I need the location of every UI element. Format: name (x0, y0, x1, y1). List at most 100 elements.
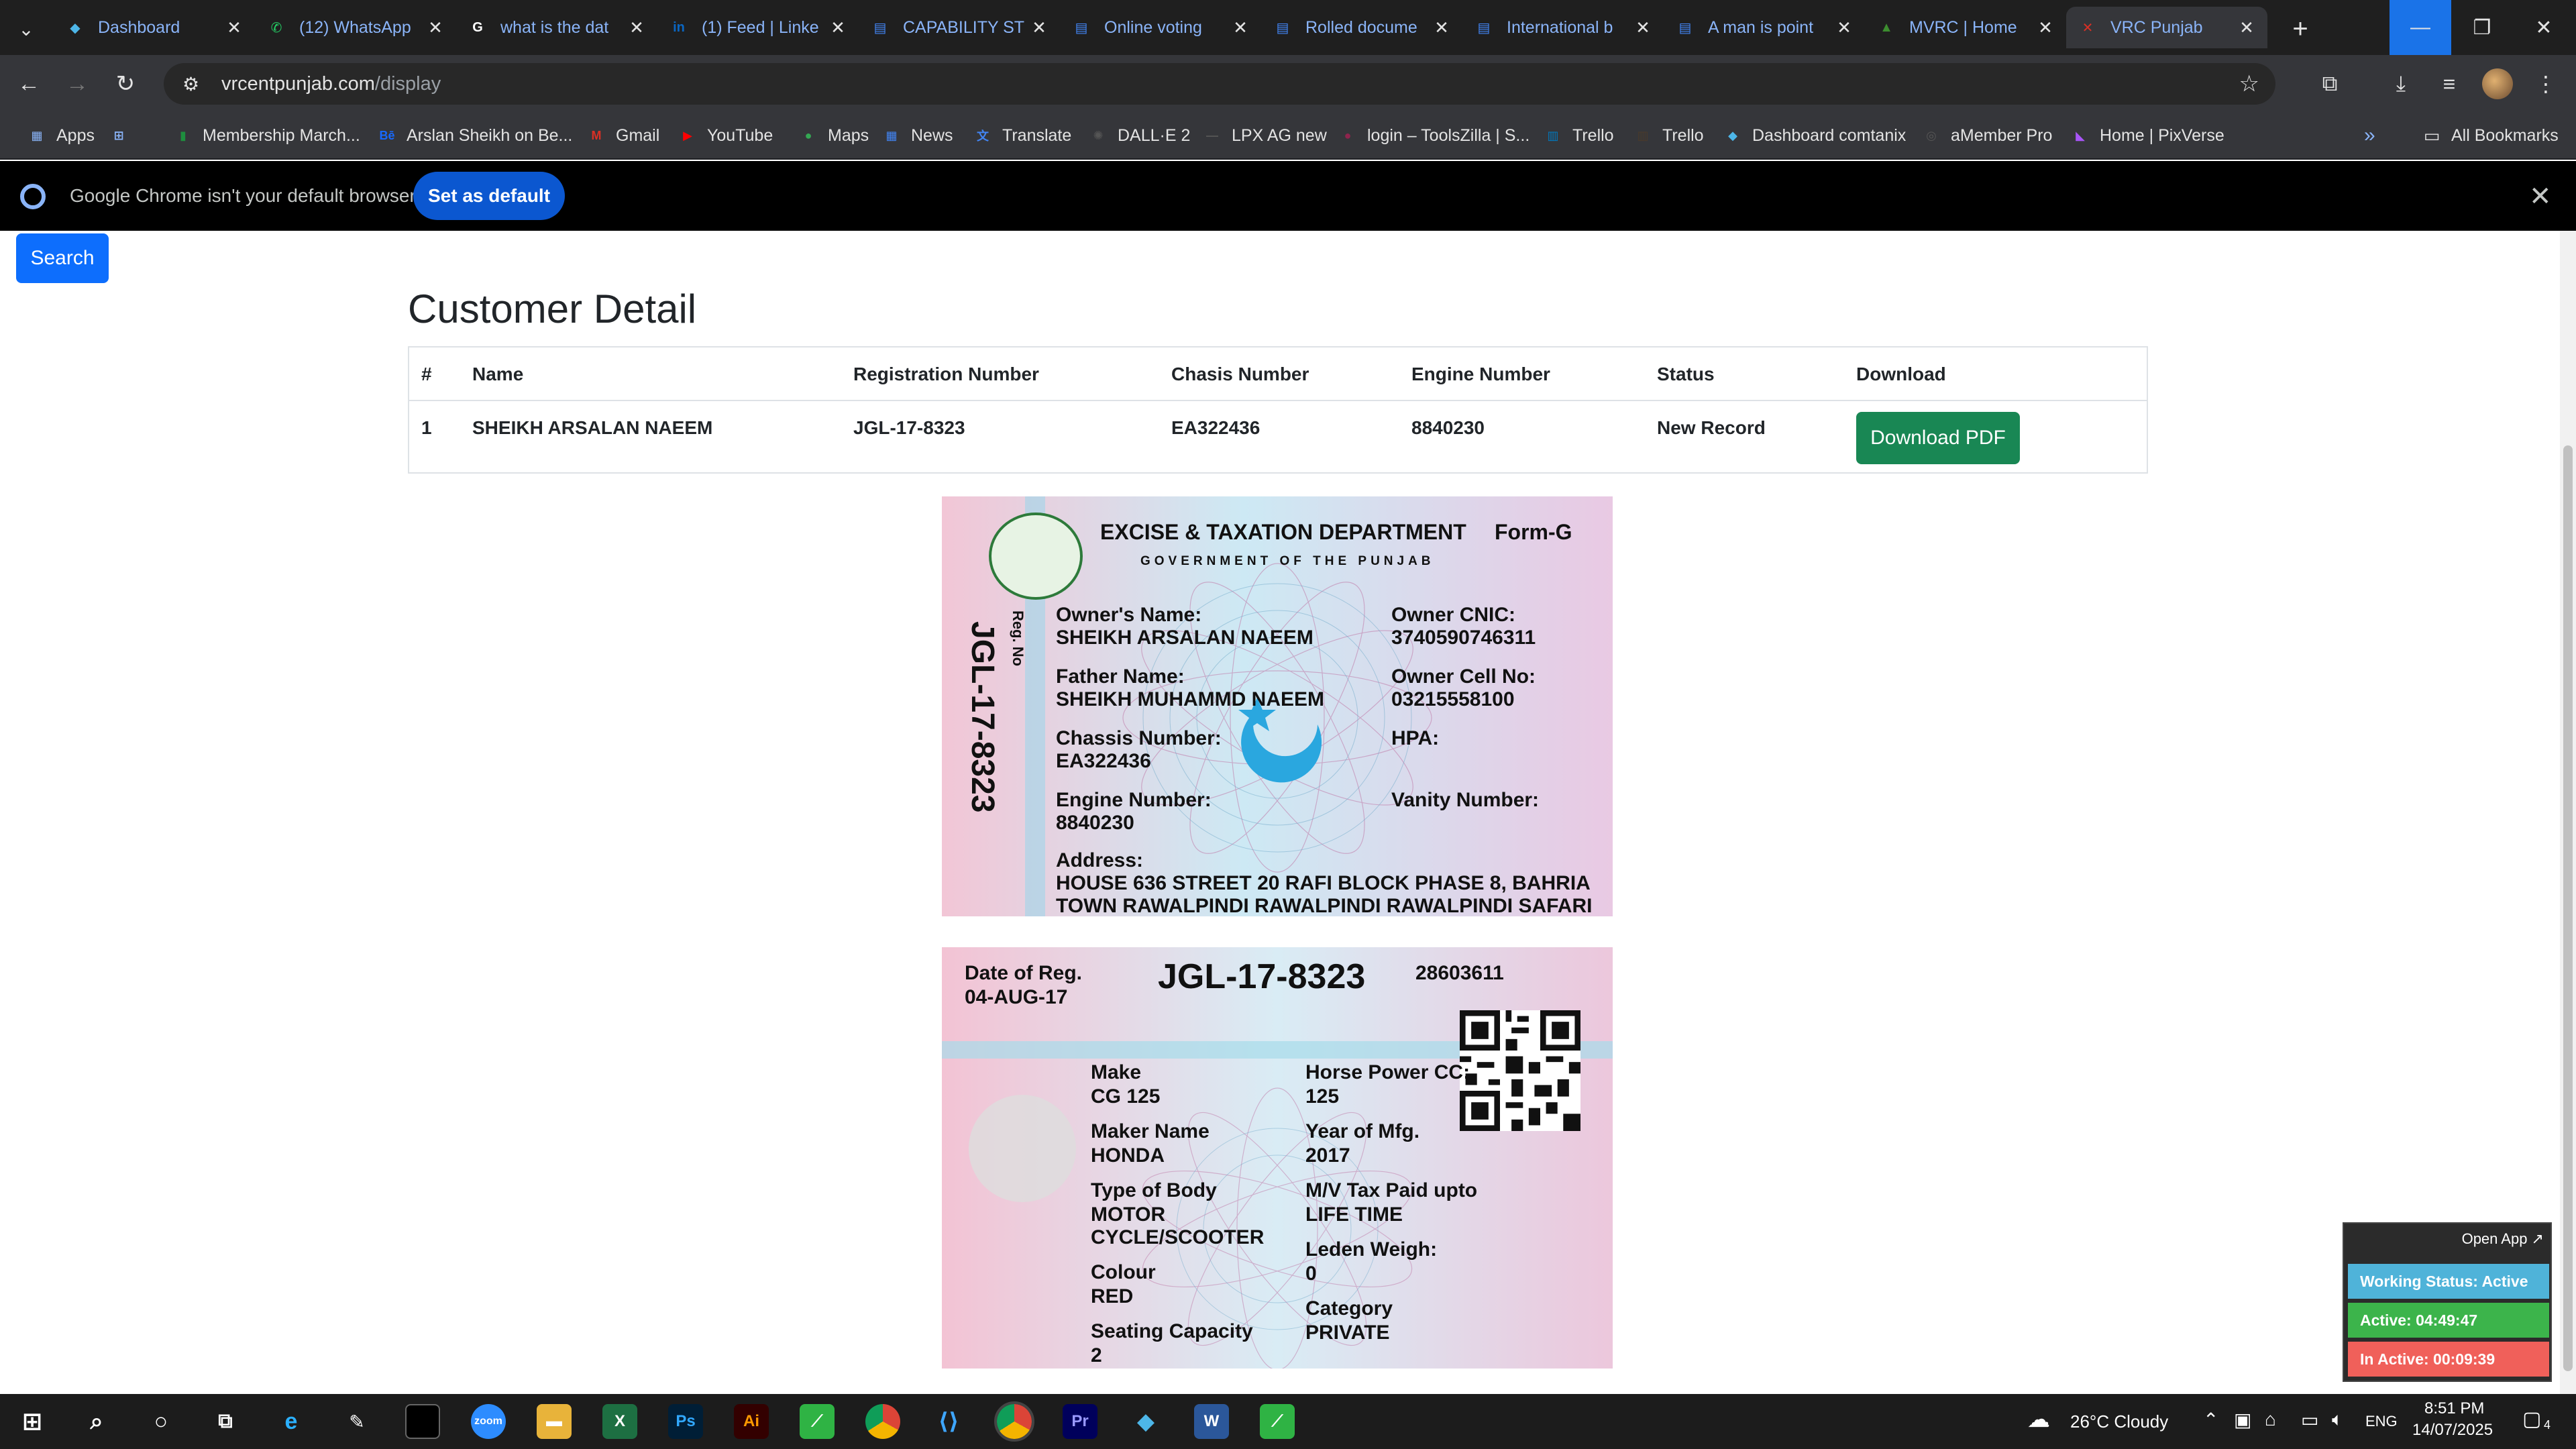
display-icon[interactable]: ▭ (2301, 1409, 2318, 1431)
browser-tab[interactable]: ✆ (12) WhatsApp ✕ (255, 7, 456, 48)
bookmarks-overflow-icon[interactable]: » (2364, 122, 2375, 149)
browser-tab[interactable]: Gwhat is the dat ✕ (456, 7, 657, 48)
vscode-icon[interactable]: ⟨⟩ (931, 1404, 966, 1439)
search-icon[interactable]: ⌕ (79, 1404, 114, 1439)
browser-tab[interactable]: ▤ CAPABILITY ST ✕ (859, 7, 1060, 48)
weather-cloud-icon[interactable]: ☁ (2027, 1406, 2050, 1433)
bookmark-item[interactable]: M Gmail (586, 122, 660, 149)
photoshop-icon[interactable]: Ps (668, 1404, 703, 1439)
bookmark-item[interactable]: ▮ Membership March... (173, 122, 360, 149)
close-infobar-icon[interactable]: ✕ (2529, 181, 2552, 212)
bookmark-label: News (911, 125, 953, 145)
site-info-icon[interactable]: ⚙ (182, 73, 209, 95)
bookmark-item[interactable]: ◆ Dashboard comtanix (1723, 122, 1906, 149)
browser-tab[interactable]: ✕ VRC Punjab ✕ (2066, 7, 2267, 48)
close-tab-icon[interactable]: ✕ (828, 17, 848, 38)
close-tab-icon[interactable]: ✕ (1834, 17, 1854, 38)
download-pdf-button[interactable]: Download PDF (1856, 412, 2020, 464)
close-tab-icon[interactable]: ✕ (1432, 17, 1452, 38)
file-explorer-icon[interactable]: ▬ (537, 1404, 572, 1439)
illustrator-icon[interactable]: Ai (734, 1404, 769, 1439)
app-green-icon[interactable]: ⟋ (800, 1404, 835, 1439)
close-window-icon[interactable]: ✕ (2513, 0, 2575, 55)
close-tab-icon[interactable]: ✕ (224, 17, 244, 38)
scrollbar-thumb[interactable] (2563, 445, 2573, 1371)
chrome-active-icon[interactable] (994, 1401, 1034, 1442)
minimize-icon[interactable]: — (2390, 0, 2451, 55)
extensions-icon[interactable]: ⧉ (2313, 67, 2347, 101)
restore-icon[interactable]: ❐ (2451, 0, 2513, 55)
profile-avatar[interactable] (2482, 68, 2513, 99)
app-green-2-icon[interactable]: ⟋ (1260, 1404, 1295, 1439)
app-diamond-icon[interactable]: ◆ (1128, 1404, 1163, 1439)
bookmark-item[interactable]: — LPX AG new (1202, 122, 1327, 149)
meet-now-icon[interactable]: ▣ (2234, 1409, 2251, 1431)
cortana-icon[interactable]: ○ (144, 1404, 178, 1439)
close-tab-icon[interactable]: ✕ (1230, 17, 1250, 38)
notifications-icon[interactable]: ▢ (2522, 1407, 2541, 1431)
father-name-value: SHEIKH MUHAMMD NAEEM (1056, 688, 1324, 710)
browser-tab[interactable]: ▤ International b ✕ (1462, 7, 1664, 48)
reload-icon[interactable]: ↻ (109, 67, 142, 101)
close-tab-icon[interactable]: ✕ (2237, 17, 2257, 38)
network-icon[interactable]: ⌂ (2265, 1409, 2276, 1430)
bookmark-item[interactable]: ◎ aMember Pro (1921, 122, 2052, 149)
clock-date[interactable]: 14/07/2025 (2412, 1421, 2493, 1440)
bookmark-item[interactable]: Bē Arslan Sheikh on Be... (377, 122, 572, 149)
forward-arrow-icon[interactable]: → (60, 67, 94, 101)
kebab-menu-icon[interactable]: ⋮ (2529, 67, 2563, 101)
chrome-icon[interactable] (865, 1404, 900, 1439)
bookmark-item[interactable]: ◣ Home | PixVerse (2070, 122, 2224, 149)
browser-tab[interactable]: in (1) Feed | Linke ✕ (657, 7, 859, 48)
download-icon[interactable]: ⤓ (2384, 67, 2418, 101)
address-bar[interactable]: ⚙ vrcentpunjab.com/display ☆ (164, 63, 2275, 105)
bookmark-item[interactable]: ✺ DALL·E 2 (1088, 122, 1190, 149)
new-tab-icon[interactable]: + (2284, 12, 2317, 46)
page-scrollbar[interactable] (2560, 231, 2576, 1394)
windows-start-icon[interactable]: ⊞ (15, 1404, 50, 1439)
bookmark-item[interactable]: ⊞ (109, 122, 138, 149)
language-indicator[interactable]: ENG (2365, 1413, 2398, 1430)
bookmark-label: Home | PixVerse (2100, 125, 2224, 145)
browser-tab[interactable]: ▤ Rolled docume ✕ (1261, 7, 1462, 48)
bookmark-item[interactable]: ● Maps (798, 122, 869, 149)
bookmark-item[interactable]: ▥ Trello (1633, 122, 1703, 149)
bookmark-item[interactable]: 文 Translate (973, 122, 1071, 149)
edge-icon[interactable]: e (274, 1404, 309, 1439)
bookmark-item[interactable]: ▦ News (881, 122, 953, 149)
zoom-icon[interactable]: zoom (471, 1404, 506, 1439)
colour-value: RED (1091, 1285, 1134, 1307)
clock-time[interactable]: 8:51 PM (2424, 1399, 2484, 1418)
bookmark-item[interactable]: ▶ YouTube (678, 122, 773, 149)
close-tab-icon[interactable]: ✕ (2035, 17, 2055, 38)
tab-search-chevron-icon[interactable]: ⌄ (9, 12, 43, 46)
all-bookmarks-folder[interactable]: ▭ All Bookmarks (2422, 122, 2559, 149)
close-tab-icon[interactable]: ✕ (627, 17, 647, 38)
browser-tab[interactable]: ▲ MVRC | Home ✕ (1865, 7, 2066, 48)
terminal-icon[interactable] (405, 1404, 440, 1439)
word-icon[interactable]: W (1194, 1404, 1229, 1439)
close-tab-icon[interactable]: ✕ (1633, 17, 1653, 38)
close-tab-icon[interactable]: ✕ (1029, 17, 1049, 38)
bookmark-star-icon[interactable]: ☆ (2239, 70, 2259, 97)
bookmark-item[interactable]: ▥ Trello (1543, 122, 1613, 149)
premiere-icon[interactable]: Pr (1063, 1404, 1097, 1439)
weather-text[interactable]: 26°C Cloudy (2070, 1411, 2168, 1432)
bookmark-item[interactable]: ● login – ToolsZilla | S... (1338, 122, 1530, 149)
close-tab-icon[interactable]: ✕ (425, 17, 445, 38)
tray-chevron-icon[interactable]: ⌃ (2203, 1409, 2218, 1431)
pen-icon[interactable]: ✎ (339, 1404, 374, 1439)
task-view-icon[interactable]: ⧉ (208, 1404, 243, 1439)
browser-tab[interactable]: ◆ Dashboard ✕ (54, 7, 255, 48)
search-button[interactable]: Search (16, 233, 109, 283)
url-text[interactable]: vrcentpunjab.com/display (221, 73, 441, 95)
browser-tab[interactable]: ▤ Online voting ✕ (1060, 7, 1261, 48)
set-as-default-button[interactable]: Set as default (413, 172, 565, 220)
back-arrow-icon[interactable]: ← (12, 67, 46, 101)
reading-list-icon[interactable]: ≡ (2432, 67, 2466, 101)
open-app-link[interactable]: Open App ↗ (2462, 1230, 2544, 1248)
excel-icon[interactable]: X (602, 1404, 637, 1439)
bookmark-item[interactable]: ▦ Apps (27, 122, 95, 149)
volume-icon[interactable]: 🔈︎ (2332, 1409, 2343, 1431)
browser-tab[interactable]: ▤ A man is point ✕ (1664, 7, 1865, 48)
